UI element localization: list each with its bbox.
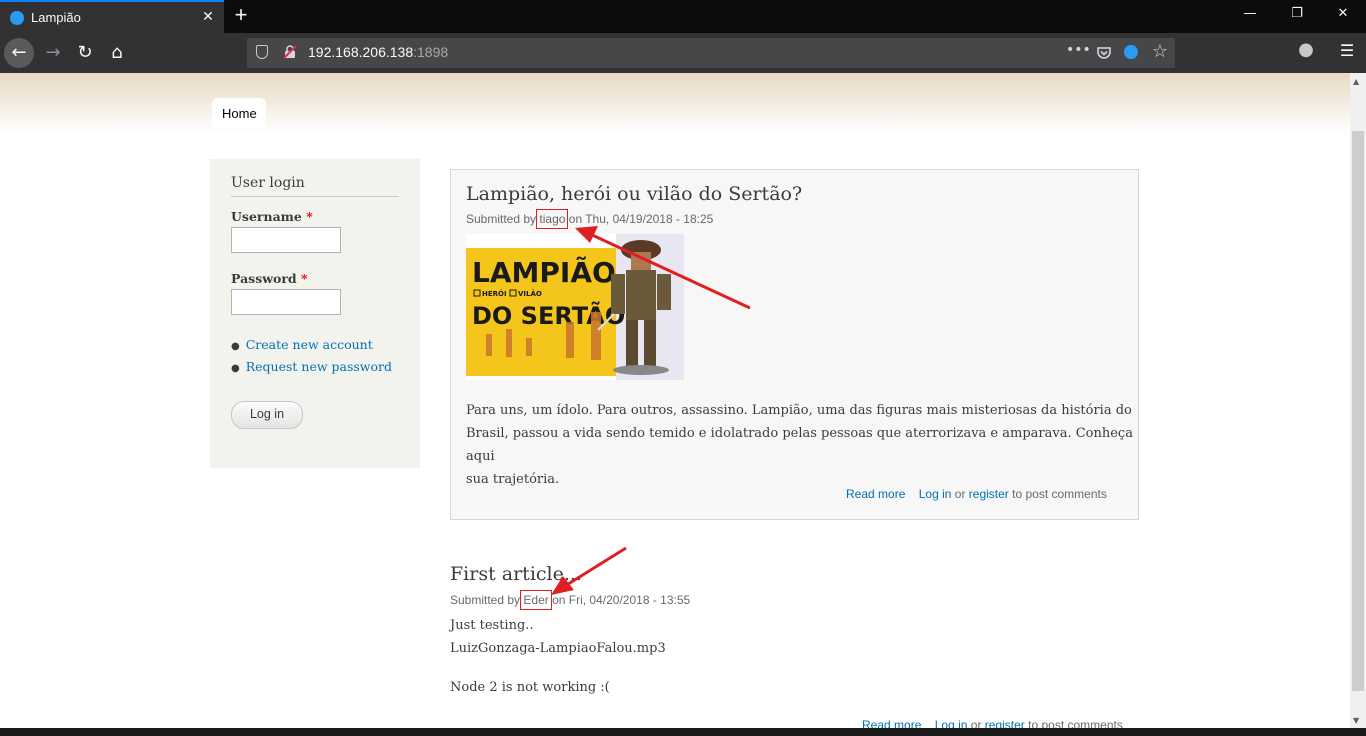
read-more-link[interactable]: Read more — [846, 487, 905, 501]
vertical-scrollbar[interactable]: ▲ ▼ — [1350, 73, 1366, 728]
scroll-up-icon[interactable]: ▲ — [1353, 77, 1359, 86]
bullet-icon: ● — [231, 341, 240, 352]
author-link[interactable]: Eder — [520, 590, 552, 610]
maximize-button[interactable]: ❐ — [1287, 6, 1307, 21]
svg-text:HERÓI: HERÓI — [482, 289, 507, 298]
drupal-favicon-icon — [10, 11, 24, 25]
article-body: Just testing.. LuizGonzaga-LampiaoFalou.… — [450, 618, 666, 695]
menu-icon[interactable]: ☰ — [1336, 41, 1358, 60]
new-tab-button[interactable]: + — [230, 4, 252, 28]
submitted-meta: Submitted by tiago on Thu, 04/19/2018 - … — [466, 209, 714, 229]
scroll-down-icon[interactable]: ▼ — [1353, 716, 1359, 725]
article-links: Read more Log in or register to post com… — [846, 487, 1107, 501]
browser-tab[interactable]: Lampião ✕ — [0, 0, 224, 33]
bullet-icon: ● — [231, 363, 240, 374]
url-text[interactable]: 192.168.206.138:1898 — [308, 44, 448, 60]
close-tab-icon[interactable]: ✕ — [200, 7, 216, 27]
log-in-link[interactable]: Log in — [935, 718, 968, 728]
nav-tab-home[interactable]: Home — [212, 98, 266, 128]
username-label: Username * — [231, 209, 313, 224]
article-body: Para uns, um ídolo. Para outros, assassi… — [466, 403, 1133, 487]
article-title[interactable]: First article... — [450, 563, 582, 585]
insecure-lock-icon[interactable] — [283, 45, 297, 59]
page-actions-icon[interactable]: ••• — [1066, 42, 1091, 58]
username-input[interactable] — [231, 227, 341, 253]
log-in-button[interactable]: Log in — [231, 401, 303, 429]
submitted-meta: Submitted by Eder on Fri, 04/20/2018 - 1… — [450, 590, 691, 610]
reload-button[interactable]: ↻ — [70, 38, 100, 68]
tab-bar: Lampião ✕ + — ❐ ✕ — [0, 0, 1366, 33]
read-more-link[interactable]: Read more — [862, 718, 921, 728]
block-title: User login — [231, 175, 399, 197]
log-in-link[interactable]: Log in — [919, 487, 952, 501]
os-taskbar — [0, 728, 1366, 736]
create-account-link[interactable]: Create new account — [246, 337, 373, 352]
tracking-shield-icon[interactable] — [256, 45, 268, 59]
extension-icon[interactable] — [1124, 45, 1138, 59]
poster-text-line1: LAMPIÃO, — [472, 255, 626, 289]
tab-title: Lampião — [31, 10, 81, 25]
minimize-button[interactable]: — — [1240, 6, 1260, 21]
bookmark-star-icon[interactable]: ☆ — [1150, 41, 1170, 62]
scroll-thumb[interactable] — [1352, 131, 1364, 691]
create-account-item: ● Create new account — [231, 335, 392, 357]
nav-tab-home-label: Home — [222, 106, 257, 121]
register-link[interactable]: register — [985, 718, 1025, 728]
svg-text:VILÃO: VILÃO — [518, 289, 542, 298]
request-password-item: ● Request new password — [231, 357, 392, 379]
article-title[interactable]: Lampião, herói ou vilão do Sertão? — [466, 183, 802, 205]
password-label: Password * — [231, 271, 308, 286]
close-window-button[interactable]: ✕ — [1333, 6, 1353, 21]
url-bar[interactable]: 192.168.206.138:1898 ••• ☆ — [247, 38, 1175, 68]
article-links: Read more Log in or register to post com… — [862, 718, 1123, 728]
login-links: ● Create new account ● Request new passwor… — [231, 335, 392, 379]
article-image[interactable]: LAMPIÃO, HERÓI VILÃO DO SERTÃO — [466, 234, 684, 380]
home-button[interactable]: ⌂ — [102, 38, 132, 68]
navigation-toolbar: ← → ↻ ⌂ 192.168.206.138:1898 ••• ☆ ● ☰ — [0, 33, 1366, 73]
request-password-link[interactable]: Request new password — [246, 359, 392, 374]
account-icon[interactable]: ● — [1295, 39, 1317, 60]
register-link[interactable]: register — [969, 487, 1009, 501]
lampiao-poster-image: LAMPIÃO, HERÓI VILÃO DO SERTÃO — [466, 234, 684, 380]
author-link[interactable]: tiago — [536, 209, 569, 229]
user-login-block: User login Username * Password * ● Create… — [210, 159, 420, 468]
site-header — [0, 73, 1350, 133]
back-button[interactable]: ← — [4, 38, 34, 68]
forward-button[interactable]: → — [38, 38, 68, 68]
pocket-icon[interactable] — [1096, 45, 1112, 61]
password-input[interactable] — [231, 289, 341, 315]
article-lampiao: Lampião, herói ou vilão do Sertão? Submi… — [450, 169, 1139, 520]
page-content: Home User login Username * Password * ● C… — [0, 73, 1350, 728]
